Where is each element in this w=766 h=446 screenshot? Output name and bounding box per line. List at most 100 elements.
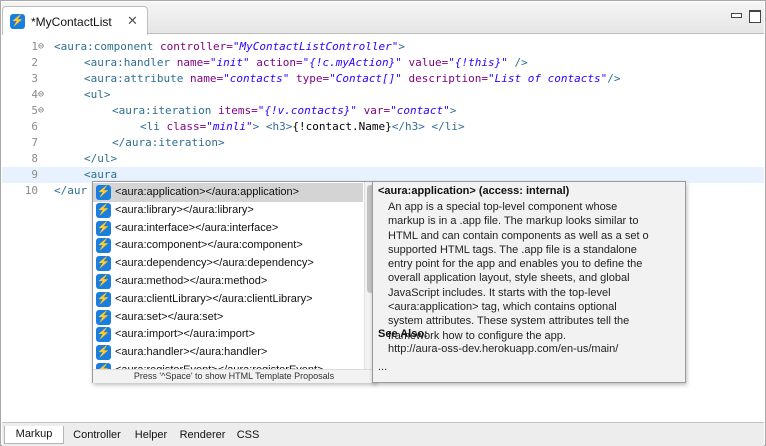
proposal-label: <aura:interface></aura:interface> <box>115 221 279 234</box>
proposal-item[interactable]: ⚡<aura:registerEvent></aura:registerEven… <box>93 361 363 369</box>
code-token: action= <box>249 56 303 69</box>
tab-css[interactable]: CSS <box>232 426 264 444</box>
code-line: 4 ⊖ <ul> <box>2 87 764 103</box>
proposal-label: <aura:handler></aura:handler> <box>115 346 268 359</box>
code-token: <aura:iteration <box>112 104 218 117</box>
lightning-icon: ⚡ <box>96 274 111 289</box>
code-token: /> <box>507 56 528 69</box>
tab-helper[interactable]: Helper <box>129 426 173 444</box>
code-token: "List of contacts" <box>488 72 608 85</box>
code-token: </li> <box>424 120 465 133</box>
line-number: 7 <box>31 136 38 149</box>
proposal-label: <aura:import></aura:import> <box>115 328 256 341</box>
proposal-item[interactable]: ⚡ <aura:dependency></aura:dependency> <box>93 254 363 273</box>
close-icon[interactable]: ✕ <box>127 13 138 29</box>
code-line: 3 <aura:attribute name="contacts" type="… <box>2 71 764 87</box>
lightning-icon: ⚡ <box>96 220 111 236</box>
lightning-icon: ⚡ <box>96 256 111 272</box>
doc-see-also-label: See Also: <box>378 328 428 340</box>
code-token: type= <box>289 72 330 85</box>
tab-renderer[interactable]: Renderer <box>174 426 231 444</box>
proposal-item[interactable]: ⚡ <aura:set></aura:set> <box>93 308 363 327</box>
code-token: <aura <box>84 168 118 181</box>
editor-bottom-tabs: Markup Controller Helper Renderer CSS <box>2 422 764 446</box>
code-token: <aura:handler <box>84 56 177 69</box>
code-token: <h3> <box>265 120 293 133</box>
code-token: "{!this}" <box>448 56 508 69</box>
minimize-button[interactable] <box>729 8 743 22</box>
lightning-icon: ⚡ <box>96 238 111 254</box>
code-token: {!contact.Name} <box>292 120 392 133</box>
proposal-item[interactable]: ⚡ <aura:interface></aura:interface> <box>93 219 363 238</box>
maximize-button[interactable] <box>748 8 762 23</box>
proposal-label: <aura:dependency></aura:dependency> <box>115 257 314 270</box>
proposal-status-hint: Press '^Space' to show HTML Template Pro… <box>93 369 375 383</box>
lightning-icon: ⚡ <box>96 291 111 307</box>
code-line: 1 ⊖ <aura:component controller="MyContac… <box>2 39 764 55</box>
lightning-icon: ⚡ <box>96 309 111 325</box>
proposal-label: <aura:component></aura:component> <box>115 239 303 252</box>
code-line: 5 ⊖ <aura:iteration items="{!v.contacts}… <box>2 103 764 119</box>
proposal-item[interactable]: ⚡ <aura:handler></aura:handler> <box>93 343 363 362</box>
code-token: > <box>252 120 266 133</box>
lightning-icon: ⚡ <box>10 14 25 29</box>
proposal-item[interactable]: ⚡ <aura:library></aura:library> <box>93 201 363 220</box>
code-token: "{!v.contacts}" <box>257 104 358 117</box>
lightning-icon: ⚡ <box>96 202 111 218</box>
code-token: description= <box>401 72 489 85</box>
editor-tab-bar: ⚡ *MyContactList ✕ <box>2 2 764 35</box>
doc-more-ellipsis: ... <box>378 361 388 373</box>
code-token: /> <box>607 72 621 85</box>
line-number: 9 <box>31 168 38 181</box>
code-token: "minli" <box>206 120 253 133</box>
code-token: <aura:component <box>54 40 160 53</box>
proposal-item[interactable]: ⚡ <aura:clientLibrary></aura:clientLibrar… <box>93 290 363 309</box>
line-number: 8 <box>31 152 38 165</box>
code-token: </aur <box>54 184 88 197</box>
code-token: "init" <box>209 56 250 69</box>
code-token: </aura:iteration> <box>112 136 225 149</box>
fold-toggle-icon[interactable]: ⊖ <box>38 39 48 55</box>
line-number: 4 <box>31 88 38 101</box>
proposal-item[interactable]: ⚡ <aura:method></aura:method> <box>93 272 363 291</box>
line-number: 6 <box>31 120 38 133</box>
content-assist-popup: ⚡ <aura:application></aura:application> ⚡ <… <box>92 181 376 383</box>
editor-window: ⚡ *MyContactList ✕ 1 ⊖ <aura:component c… <box>0 0 766 446</box>
code-token: name= <box>189 72 224 85</box>
code-token: </ul> <box>84 152 118 165</box>
code-token: </h3> <box>391 120 425 133</box>
documentation-popup: <aura:application> (access: internal) An… <box>372 181 686 383</box>
editor-tab-label: *MyContactList <box>31 15 112 29</box>
code-line: 7 </aura:iteration> <box>2 135 764 151</box>
doc-title: <aura:application> (access: internal) <box>378 185 570 197</box>
code-token: "Contact[]" <box>329 72 402 85</box>
tab-controller[interactable]: Controller <box>66 426 128 444</box>
code-token: <ul> <box>84 88 111 101</box>
lightning-icon: ⚡ <box>96 327 111 343</box>
proposal-item[interactable]: ⚡ <aura:import></aura:import> <box>93 325 363 344</box>
proposal-label: <aura:library></aura:library> <box>115 203 254 216</box>
code-token: var= <box>357 104 391 117</box>
code-token: name= <box>176 56 210 69</box>
code-token: <li <box>140 120 167 133</box>
fold-toggle-icon[interactable]: ⊖ <box>38 87 48 103</box>
proposal-label: <aura:method></aura:method> <box>115 275 268 287</box>
proposal-label: <aura:registerEvent></aura:registerEvent… <box>115 361 324 369</box>
proposal-item[interactable]: ⚡ <aura:component></aura:component> <box>93 236 363 255</box>
tab-markup[interactable]: Markup <box>4 426 64 444</box>
fold-toggle-icon[interactable]: ⊖ <box>38 103 48 119</box>
line-number: 10 <box>24 184 38 197</box>
code-token: > <box>398 40 406 53</box>
code-token: items= <box>217 104 258 117</box>
proposal-label: <aura:application></aura:application> <box>115 186 300 198</box>
editor-tab-mycontactlist[interactable]: ⚡ *MyContactList ✕ <box>2 6 148 35</box>
lightning-icon: ⚡ <box>96 185 111 200</box>
code-line: 2 <aura:handler name="init" action="{!c.… <box>2 55 764 71</box>
proposal-list[interactable]: ⚡ <aura:application></aura:application> ⚡ <… <box>93 182 363 369</box>
doc-see-also-link[interactable]: http://aura-oss-dev.herokuapp.com/en-us/… <box>388 343 618 355</box>
line-number: 2 <box>31 56 38 69</box>
proposal-item[interactable]: ⚡ <aura:application></aura:application> <box>93 183 363 202</box>
code-line: 6 <li class="minli"> <h3>{!contact.Name}… <box>2 119 764 135</box>
doc-description: An app is a special top-level component … <box>388 201 649 342</box>
code-token: <aura:attribute <box>84 72 190 85</box>
